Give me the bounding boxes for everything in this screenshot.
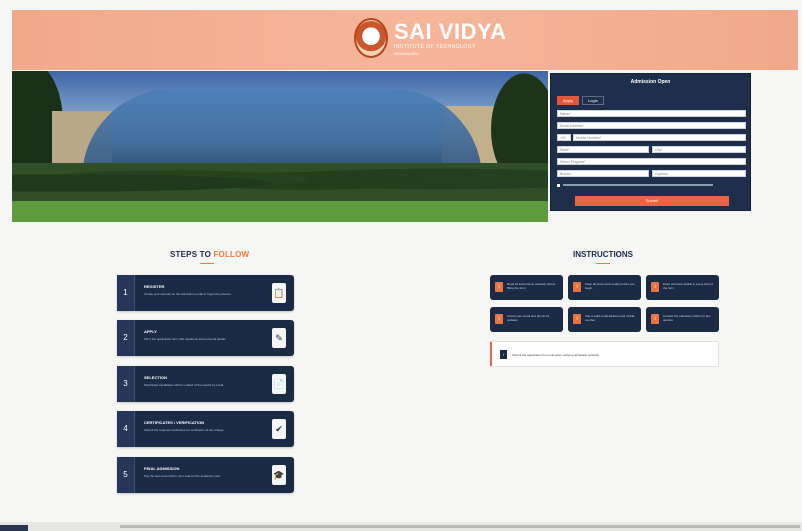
instruction-card: i Enter accurate details in every field … — [646, 275, 719, 300]
brand-block: SAI VIDYA INSTITUTE OF TECHNOLOGY BENGAL… — [394, 18, 507, 56]
info-icon: i — [651, 282, 659, 292]
instruction-text: Check your email and phone for updates — [507, 314, 550, 322]
step-title: CERTIFICATES / VERIFICATION — [144, 420, 205, 425]
country-code-field[interactable]: +91 — [557, 134, 571, 141]
graduation-icon: 🎓 — [272, 465, 286, 485]
name-field[interactable]: Name* — [557, 110, 746, 117]
bottom-bar-block — [0, 525, 28, 531]
instructions-heading: INSTRUCTIONS — [573, 250, 633, 259]
brand-location: BENGALURU — [394, 50, 419, 56]
submit-button[interactable]: Submit — [575, 196, 729, 206]
step-number: 1 — [117, 275, 135, 311]
emblem-icon — [354, 18, 388, 58]
info-icon: i — [651, 314, 659, 324]
captcha-field[interactable]: Captcha — [652, 170, 746, 177]
campus-photo — [12, 71, 548, 222]
instruction-text: Read all instructions carefully before f… — [507, 282, 556, 290]
branch-select[interactable]: Branch — [557, 170, 649, 177]
city-select[interactable]: City* — [652, 146, 746, 153]
consent-text — [563, 184, 713, 186]
admission-form: Admission Open Apply Login Name* Email A… — [550, 73, 751, 211]
step-number: 2 — [117, 320, 135, 356]
step-description: Submit the required certificates for ver… — [144, 428, 224, 432]
instruction-text: Keep all documents ready before you begi… — [585, 282, 635, 290]
steps-heading-accent: FOLLOW — [213, 250, 250, 259]
state-select[interactable]: State* — [557, 146, 649, 153]
step-description: Pay the fees and confirm your seat for t… — [144, 474, 221, 478]
note-icon: ! — [500, 350, 507, 359]
step-card[interactable]: 4 CERTIFICATES / VERIFICATION Submit the… — [117, 411, 294, 447]
admission-tabs: Apply Login — [557, 96, 604, 105]
site-header: SAI VIDYA INSTITUTE OF TECHNOLOGY BENGAL… — [12, 10, 798, 70]
step-title: FINAL ADMISSION — [144, 466, 180, 471]
step-description: Fill in the application form with academ… — [144, 337, 226, 341]
note-text: Submit the application form only after v… — [512, 353, 599, 357]
instruction-text: Contact the admission office for any que… — [663, 314, 711, 322]
instruction-card: i Read all instructions carefully before… — [490, 275, 563, 300]
step-description: Create your account on the admission por… — [144, 292, 231, 296]
instruction-card: i Check your email and phone for updates — [490, 307, 563, 332]
pen-icon: ✎ — [272, 328, 286, 348]
mobile-field[interactable]: Mobile Number* — [573, 134, 746, 141]
document-icon: 📄 — [272, 374, 286, 394]
step-card[interactable]: 5 FINAL ADMISSION Pay the fees and confi… — [117, 457, 294, 493]
steps-underline — [200, 263, 214, 264]
check-icon: ✔ — [272, 419, 286, 439]
tab-apply[interactable]: Apply — [557, 96, 580, 105]
program-select[interactable]: Select Program* — [557, 158, 746, 165]
info-icon: i — [495, 282, 503, 292]
info-icon: i — [495, 314, 503, 324]
step-number: 4 — [117, 411, 135, 447]
step-title: APPLY — [144, 329, 157, 334]
step-number: 3 — [117, 366, 135, 402]
page: SAI VIDYA INSTITUTE OF TECHNOLOGY BENGAL… — [0, 0, 802, 531]
clipboard-icon: 📋 — [272, 283, 286, 303]
instruction-card: i Use a valid email address and mobile n… — [568, 307, 641, 332]
logo[interactable]: SAI VIDYA INSTITUTE OF TECHNOLOGY BENGAL… — [354, 18, 507, 58]
bottom-bar-line — [120, 525, 800, 528]
admission-title: Admission Open — [630, 79, 671, 85]
consent-checkbox[interactable] — [557, 184, 560, 187]
instruction-card: i Keep all documents ready before you be… — [568, 275, 641, 300]
instruction-note: ! Submit the application form only after… — [490, 341, 719, 367]
steps-heading-main: STEPS TO — [170, 250, 214, 259]
instruction-card: i Contact the admission office for any q… — [646, 307, 719, 332]
step-card[interactable]: 2 APPLY Fill in the application form wit… — [117, 320, 294, 356]
tab-login[interactable]: Login — [582, 96, 604, 105]
step-card[interactable]: 1 REGISTER Create your account on the ad… — [117, 275, 294, 311]
step-description: Shortlisted candidates will be notified … — [144, 383, 224, 387]
step-title: SELECTION — [144, 375, 167, 380]
instructions-underline — [596, 263, 610, 264]
step-card[interactable]: 3 SELECTION Shortlisted candidates will … — [117, 366, 294, 402]
brand-subtitle: INSTITUTE OF TECHNOLOGY — [394, 43, 476, 50]
steps-heading: STEPS TO FOLLOW — [170, 250, 249, 259]
info-icon: i — [573, 314, 581, 324]
info-icon: i — [573, 282, 581, 292]
email-field[interactable]: Email Address* — [557, 122, 746, 129]
bottom-bar — [0, 522, 802, 531]
instruction-text: Use a valid email address and mobile num… — [585, 314, 635, 322]
brand-name: SAI VIDYA — [394, 18, 507, 44]
instruction-text: Enter accurate details in every field of… — [663, 282, 714, 290]
step-number: 5 — [117, 457, 135, 493]
step-title: REGISTER — [144, 284, 165, 289]
